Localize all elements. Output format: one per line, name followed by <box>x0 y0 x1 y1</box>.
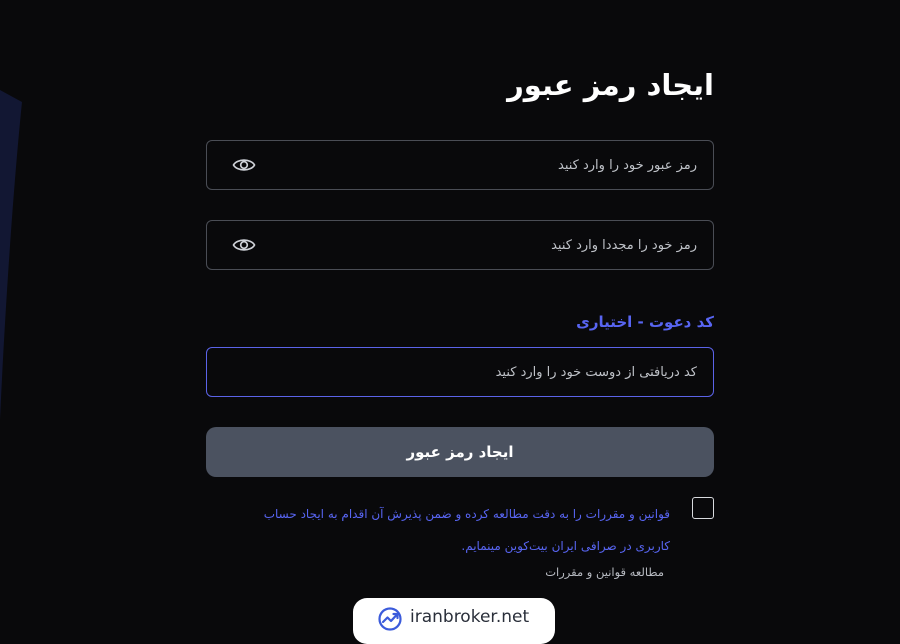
eye-icon[interactable] <box>232 155 256 175</box>
background-decoration <box>0 90 22 420</box>
terms-text: قوانین و مقررات را به دقت مطالعه کرده و … <box>263 507 670 553</box>
terms-checkbox[interactable] <box>692 497 714 519</box>
terms-link[interactable]: مطالعه قوانین و مقررات <box>545 565 664 579</box>
trend-logo-icon <box>378 607 402 631</box>
eye-icon[interactable] <box>232 235 256 255</box>
invite-code-input[interactable] <box>277 348 697 396</box>
password-field[interactable] <box>206 140 714 190</box>
password-input[interactable] <box>277 141 697 189</box>
create-password-button[interactable]: ایجاد رمز عبور <box>206 427 714 477</box>
create-password-form: ایجاد رمز عبور کد دعوت - اختیاری ایجاد ر… <box>206 0 714 638</box>
watermark-text: iranbroker.net <box>410 607 530 627</box>
page-title: ایجاد رمز عبور <box>507 68 714 102</box>
password-confirm-input[interactable] <box>277 221 697 269</box>
watermark-badge: iranbroker.net <box>353 598 555 644</box>
password-confirm-field[interactable] <box>206 220 714 270</box>
invite-code-label: کد دعوت - اختیاری <box>576 313 714 331</box>
invite-code-field[interactable] <box>206 347 714 397</box>
